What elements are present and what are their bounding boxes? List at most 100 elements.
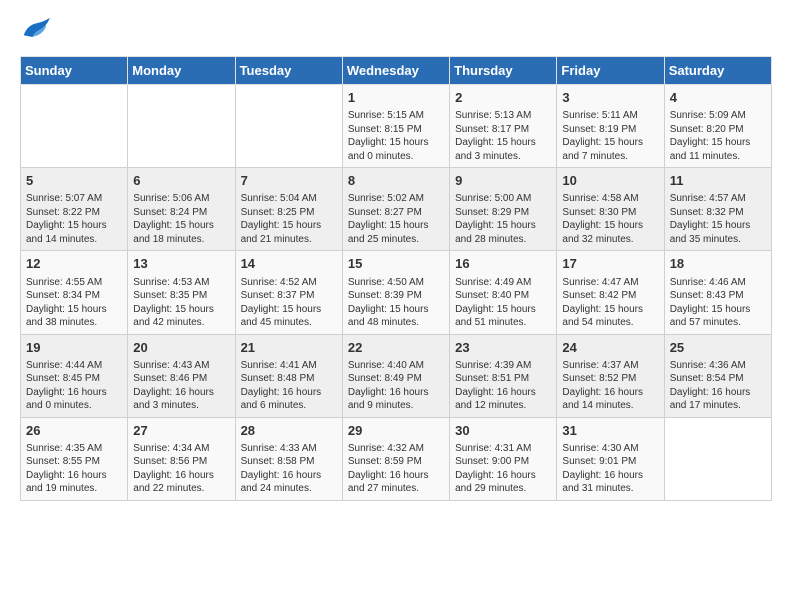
daylight-text: Daylight: 15 hours and 51 minutes. (455, 303, 551, 330)
sunset-text: Sunset: 8:56 PM (133, 455, 229, 469)
calendar-day-cell: 25Sunrise: 4:36 AMSunset: 8:54 PMDayligh… (664, 334, 771, 417)
day-number: 25 (670, 339, 766, 357)
calendar-day-cell (664, 417, 771, 500)
sunrise-text: Sunrise: 4:32 AM (348, 442, 444, 456)
sunset-text: Sunset: 8:51 PM (455, 372, 551, 386)
sunset-text: Sunset: 8:27 PM (348, 206, 444, 220)
day-number: 16 (455, 255, 551, 273)
sunset-text: Sunset: 8:15 PM (348, 123, 444, 137)
sunrise-text: Sunrise: 4:39 AM (455, 359, 551, 373)
sunset-text: Sunset: 8:49 PM (348, 372, 444, 386)
sunrise-text: Sunrise: 4:44 AM (26, 359, 122, 373)
sunset-text: Sunset: 8:40 PM (455, 289, 551, 303)
day-number: 2 (455, 89, 551, 107)
day-number: 30 (455, 422, 551, 440)
calendar-week-row: 5Sunrise: 5:07 AMSunset: 8:22 PMDaylight… (21, 168, 772, 251)
calendar-table: SundayMondayTuesdayWednesdayThursdayFrid… (20, 56, 772, 501)
calendar-day-cell: 1Sunrise: 5:15 AMSunset: 8:15 PMDaylight… (342, 85, 449, 168)
day-of-week-header: Thursday (450, 57, 557, 85)
calendar-header-row: SundayMondayTuesdayWednesdayThursdayFrid… (21, 57, 772, 85)
day-number: 1 (348, 89, 444, 107)
sunset-text: Sunset: 8:24 PM (133, 206, 229, 220)
sunset-text: Sunset: 8:25 PM (241, 206, 337, 220)
day-number: 8 (348, 172, 444, 190)
day-number: 19 (26, 339, 122, 357)
day-number: 28 (241, 422, 337, 440)
calendar-day-cell: 24 Sunrise: 4:37 AMSunset: 8:52 PMDayligh… (557, 334, 664, 417)
calendar-day-cell: 21Sunrise: 4:41 AMSunset: 8:48 PMDayligh… (235, 334, 342, 417)
daylight-text: Daylight: 16 hours and 27 minutes. (348, 469, 444, 496)
calendar-day-cell: 2Sunrise: 5:13 AMSunset: 8:17 PMDaylight… (450, 85, 557, 168)
sunrise-text: Sunrise: 4:37 AM (562, 359, 658, 373)
day-number: 27 (133, 422, 229, 440)
sunrise-text: Sunrise: 5:07 AM (26, 192, 122, 206)
calendar-day-cell: 31Sunrise: 4:30 AMSunset: 9:01 PMDayligh… (557, 417, 664, 500)
daylight-text: Daylight: 16 hours and 29 minutes. (455, 469, 551, 496)
daylight-text: Daylight: 16 hours and 3 minutes. (133, 386, 229, 413)
calendar-day-cell: 23Sunrise: 4:39 AMSunset: 8:51 PMDayligh… (450, 334, 557, 417)
day-number: 14 (241, 255, 337, 273)
calendar-week-row: 1Sunrise: 5:15 AMSunset: 8:15 PMDaylight… (21, 85, 772, 168)
day-number: 24 (562, 339, 658, 357)
page-header (20, 16, 772, 44)
calendar-day-cell: 14Sunrise: 4:52 AMSunset: 8:37 PMDayligh… (235, 251, 342, 334)
day-number: 3 (562, 89, 658, 107)
day-number: 12 (26, 255, 122, 273)
sunrise-text: Sunrise: 4:36 AM (670, 359, 766, 373)
daylight-text: Daylight: 15 hours and 11 minutes. (670, 136, 766, 163)
calendar-day-cell: 12Sunrise: 4:55 AMSunset: 8:34 PMDayligh… (21, 251, 128, 334)
sunrise-text: Sunrise: 5:13 AM (455, 109, 551, 123)
sunset-text: Sunset: 8:48 PM (241, 372, 337, 386)
calendar-day-cell: 7 Sunrise: 5:04 AMSunset: 8:25 PMDaylight… (235, 168, 342, 251)
day-number: 9 (455, 172, 551, 190)
sunset-text: Sunset: 8:35 PM (133, 289, 229, 303)
day-number: 21 (241, 339, 337, 357)
daylight-text: Daylight: 15 hours and 45 minutes. (241, 303, 337, 330)
day-number: 29 (348, 422, 444, 440)
sunset-text: Sunset: 8:42 PM (562, 289, 658, 303)
sunset-text: Sunset: 8:32 PM (670, 206, 766, 220)
daylight-text: Daylight: 16 hours and 31 minutes. (562, 469, 658, 496)
sunrise-text: Sunrise: 4:43 AM (133, 359, 229, 373)
sunset-text: Sunset: 8:30 PM (562, 206, 658, 220)
sunset-text: Sunset: 8:17 PM (455, 123, 551, 137)
daylight-text: Daylight: 15 hours and 42 minutes. (133, 303, 229, 330)
sunset-text: Sunset: 8:55 PM (26, 455, 122, 469)
calendar-day-cell: 19Sunrise: 4:44 AMSunset: 8:45 PMDayligh… (21, 334, 128, 417)
calendar-day-cell: 16Sunrise: 4:49 AMSunset: 8:40 PMDayligh… (450, 251, 557, 334)
sunset-text: Sunset: 8:19 PM (562, 123, 658, 137)
daylight-text: Daylight: 15 hours and 48 minutes. (348, 303, 444, 330)
day-number: 17 (562, 255, 658, 273)
sunrise-text: Sunrise: 4:55 AM (26, 276, 122, 290)
sunrise-text: Sunrise: 4:31 AM (455, 442, 551, 456)
daylight-text: Daylight: 15 hours and 7 minutes. (562, 136, 658, 163)
daylight-text: Daylight: 15 hours and 21 minutes. (241, 219, 337, 246)
daylight-text: Daylight: 16 hours and 14 minutes. (562, 386, 658, 413)
daylight-text: Daylight: 15 hours and 57 minutes. (670, 303, 766, 330)
sunrise-text: Sunrise: 4:30 AM (562, 442, 658, 456)
daylight-text: Daylight: 16 hours and 9 minutes. (348, 386, 444, 413)
calendar-day-cell: 22Sunrise: 4:40 AMSunset: 8:49 PMDayligh… (342, 334, 449, 417)
calendar-day-cell: 28Sunrise: 4:33 AMSunset: 8:58 PMDayligh… (235, 417, 342, 500)
calendar-day-cell: 4Sunrise: 5:09 AMSunset: 8:20 PMDaylight… (664, 85, 771, 168)
daylight-text: Daylight: 16 hours and 0 minutes. (26, 386, 122, 413)
day-number: 7 (241, 172, 337, 190)
calendar-day-cell (235, 85, 342, 168)
daylight-text: Daylight: 15 hours and 28 minutes. (455, 219, 551, 246)
sunrise-text: Sunrise: 4:33 AM (241, 442, 337, 456)
sunrise-text: Sunrise: 5:04 AM (241, 192, 337, 206)
calendar-day-cell: 6Sunrise: 5:06 AMSunset: 8:24 PMDaylight… (128, 168, 235, 251)
sunset-text: Sunset: 8:43 PM (670, 289, 766, 303)
calendar-day-cell: 3Sunrise: 5:11 AMSunset: 8:19 PMDaylight… (557, 85, 664, 168)
sunrise-text: Sunrise: 4:40 AM (348, 359, 444, 373)
sunrise-text: Sunrise: 5:00 AM (455, 192, 551, 206)
day-number: 18 (670, 255, 766, 273)
calendar-week-row: 19Sunrise: 4:44 AMSunset: 8:45 PMDayligh… (21, 334, 772, 417)
sunset-text: Sunset: 8:52 PM (562, 372, 658, 386)
calendar-day-cell: 13Sunrise: 4:53 AMSunset: 8:35 PMDayligh… (128, 251, 235, 334)
sunset-text: Sunset: 8:59 PM (348, 455, 444, 469)
daylight-text: Daylight: 15 hours and 0 minutes. (348, 136, 444, 163)
day-number: 11 (670, 172, 766, 190)
daylight-text: Daylight: 15 hours and 35 minutes. (670, 219, 766, 246)
daylight-text: Daylight: 15 hours and 54 minutes. (562, 303, 658, 330)
